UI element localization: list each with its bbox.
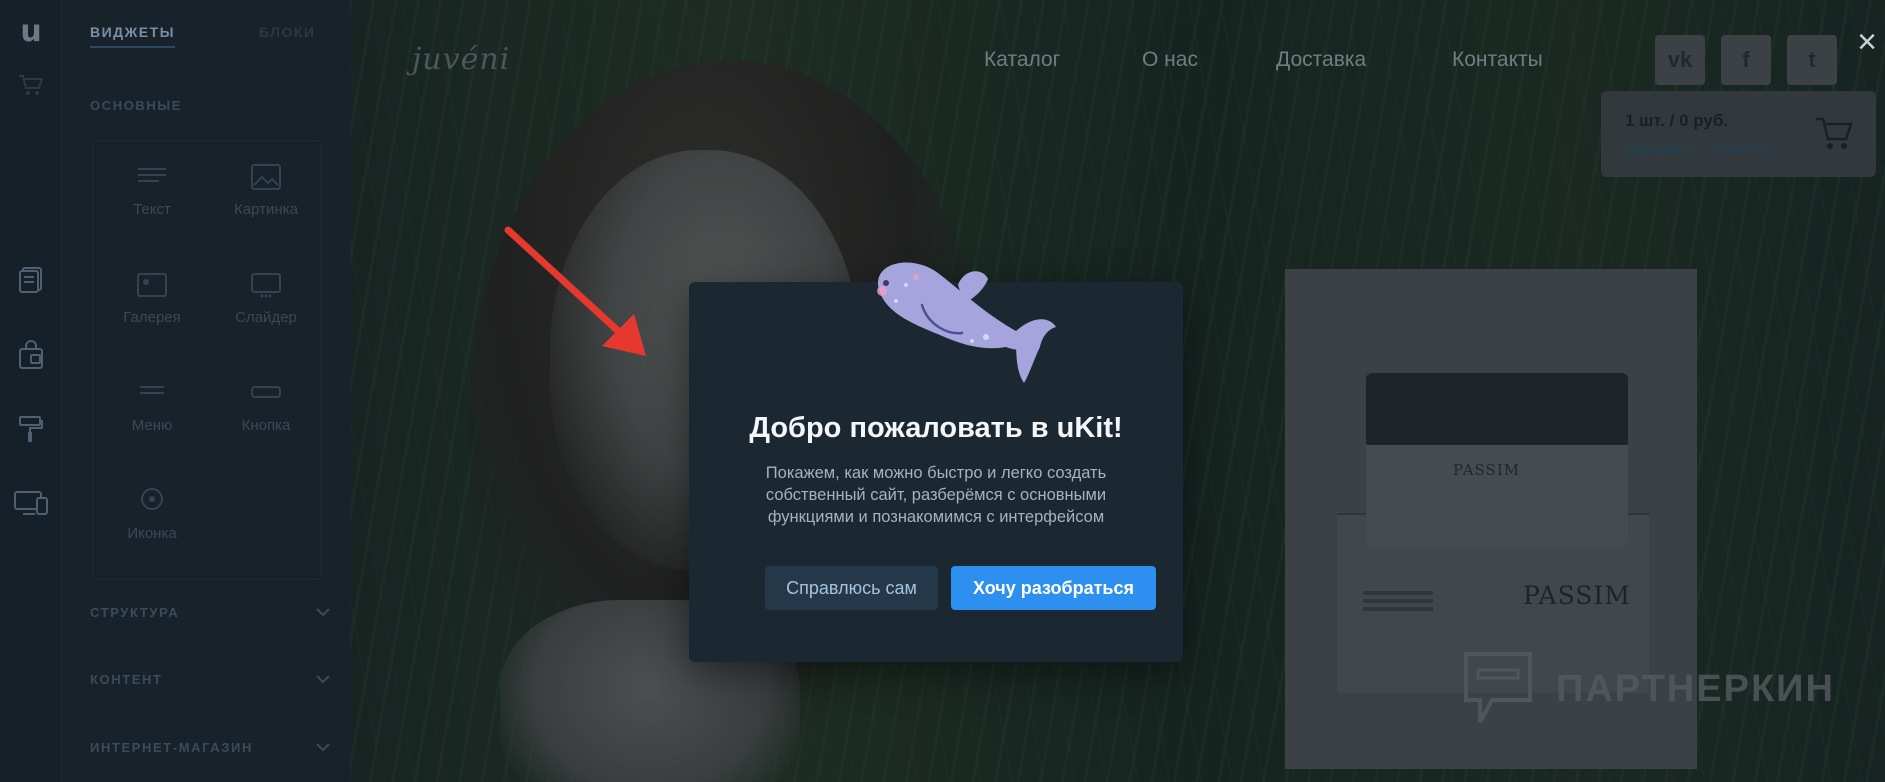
cart-icon[interactable] — [16, 70, 46, 100]
chevron-down-icon — [316, 675, 330, 684]
tab-blocks[interactable]: БЛОКИ — [259, 24, 316, 48]
accordion-structure[interactable]: СТРУКТУРА — [90, 605, 330, 620]
widget-button[interactable]: Кнопка — [211, 379, 321, 434]
shop-bag-icon[interactable] — [16, 340, 46, 370]
modal-title: Добро пожаловать в uKit! — [749, 412, 1123, 444]
accordion-label: СТРУКТУРА — [90, 605, 180, 620]
icon-icon — [141, 488, 163, 510]
skip-tour-button[interactable]: Справлюсь сам — [765, 566, 938, 610]
text-lines-icon — [138, 168, 166, 182]
widget-label: Меню — [131, 417, 173, 434]
devices-icon[interactable] — [12, 488, 50, 518]
accordion-label: ИНТЕРНЕТ-МАГАЗИН — [90, 740, 253, 755]
button-icon — [251, 386, 281, 398]
menu-icon — [140, 386, 164, 394]
widget-icon[interactable]: Иконка — [97, 487, 207, 542]
ukit-logo[interactable]: u — [16, 14, 46, 49]
widget-grid: Текст Картинка Галерея Слайдер Меню Кноп… — [92, 140, 322, 580]
widget-label: Галерея — [123, 309, 181, 326]
arrow-pointer-icon — [504, 226, 646, 356]
widget-image[interactable]: Картинка — [211, 163, 321, 218]
chevron-down-icon — [316, 743, 330, 752]
widget-text[interactable]: Текст — [97, 163, 207, 218]
widget-gallery[interactable]: Галерея — [97, 271, 207, 326]
widget-label: Кнопка — [241, 417, 291, 434]
seal-mascot-icon — [877, 262, 1056, 383]
gallery-icon — [137, 273, 167, 297]
tab-widgets[interactable]: ВИДЖЕТЫ — [90, 24, 175, 48]
widget-menu[interactable]: Меню — [97, 379, 207, 434]
widget-label: Слайдер — [235, 309, 297, 326]
accordion-content[interactable]: КОНТЕНТ — [90, 672, 330, 687]
editor-icon-rail: u — [0, 0, 62, 782]
accordion-shop[interactable]: ИНТЕРНЕТ-МАГАЗИН — [90, 740, 330, 755]
widget-label: Иконка — [127, 525, 177, 542]
widget-slider[interactable]: Слайдер — [211, 271, 321, 326]
design-roller-icon[interactable] — [16, 414, 46, 444]
pages-icon[interactable] — [16, 265, 46, 295]
image-icon — [251, 164, 281, 190]
chevron-down-icon — [316, 608, 330, 617]
close-icon[interactable]: × — [1852, 25, 1882, 59]
section-basic-title: ОСНОВНЫЕ — [90, 98, 182, 113]
widgets-panel: ВИДЖЕТЫ БЛОКИ ОСНОВНЫЕ Текст Картинка Га… — [62, 0, 350, 782]
widget-label: Текст — [133, 201, 171, 218]
start-tour-button[interactable]: Хочу разобраться — [951, 566, 1156, 610]
accordion-label: КОНТЕНТ — [90, 672, 163, 687]
slider-icon — [251, 273, 281, 298]
widget-label: Картинка — [234, 201, 298, 218]
modal-description: Покажем, как можно быстро и легко создат… — [765, 464, 1107, 526]
